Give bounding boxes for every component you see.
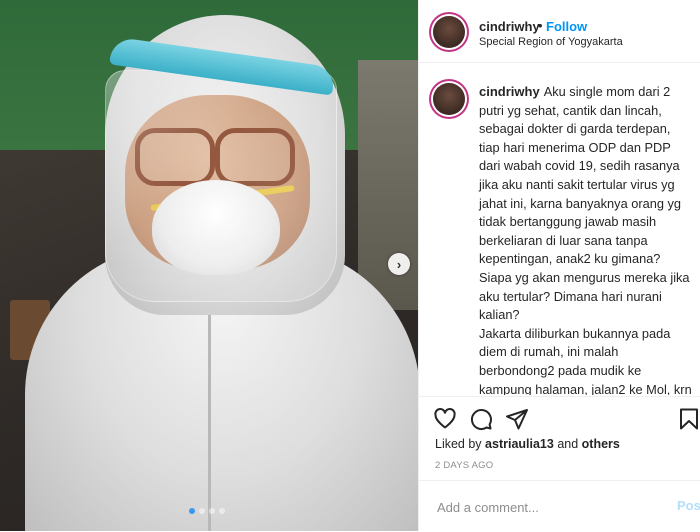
speech-bubble-icon[interactable]: [469, 407, 493, 431]
carousel-dot: [209, 508, 215, 514]
carousel-dot-active: [189, 508, 195, 514]
likes-summary: Liked by astriaulia13 and others: [435, 437, 620, 451]
comment-input[interactable]: [435, 496, 669, 518]
carousel-dot: [219, 508, 225, 514]
post-photo[interactable]: ›: [0, 0, 418, 531]
location-link[interactable]: Special Region of Yogyakarta: [479, 36, 623, 48]
header-separator: •: [538, 18, 543, 33]
caption-avatar[interactable]: [433, 83, 465, 115]
likes-and: and: [557, 437, 579, 451]
post-timestamp[interactable]: 2 DAYS AGO: [435, 460, 493, 471]
liked-by-user-link[interactable]: astriaulia13: [485, 437, 554, 451]
photo-background-door: [358, 60, 418, 310]
action-bar: [419, 396, 700, 439]
comment-bar: Post: [419, 480, 700, 532]
caption-username[interactable]: cindriwhy: [479, 84, 540, 99]
face-shield: [105, 70, 337, 302]
carousel-dots: [189, 508, 225, 514]
caption-body: Aku single mom dari 2 putri yg sehat, ca…: [479, 84, 692, 395]
post-header: cindriwhy • Follow Special Region of Yog…: [419, 0, 700, 63]
post-side-panel: cindriwhy • Follow Special Region of Yog…: [418, 0, 700, 531]
suit-zipper: [208, 300, 211, 531]
post-comment-button[interactable]: Post: [677, 498, 700, 513]
paper-plane-icon[interactable]: [505, 407, 529, 431]
caption-area[interactable]: cindriwhy Aku single mom dari 2 putri yg …: [419, 63, 700, 395]
carousel-dot: [199, 508, 205, 514]
chevron-right-icon[interactable]: ›: [388, 253, 410, 275]
heart-outline-icon[interactable]: [433, 407, 457, 431]
bookmark-icon[interactable]: [677, 407, 700, 431]
likes-others-link[interactable]: others: [582, 437, 620, 451]
avatar[interactable]: [433, 16, 465, 48]
header-username[interactable]: cindriwhy: [479, 19, 540, 34]
likes-prefix: Liked by: [435, 437, 482, 451]
follow-button[interactable]: Follow: [546, 19, 587, 34]
caption-text: cindriwhy Aku single mom dari 2 putri yg …: [479, 83, 694, 395]
